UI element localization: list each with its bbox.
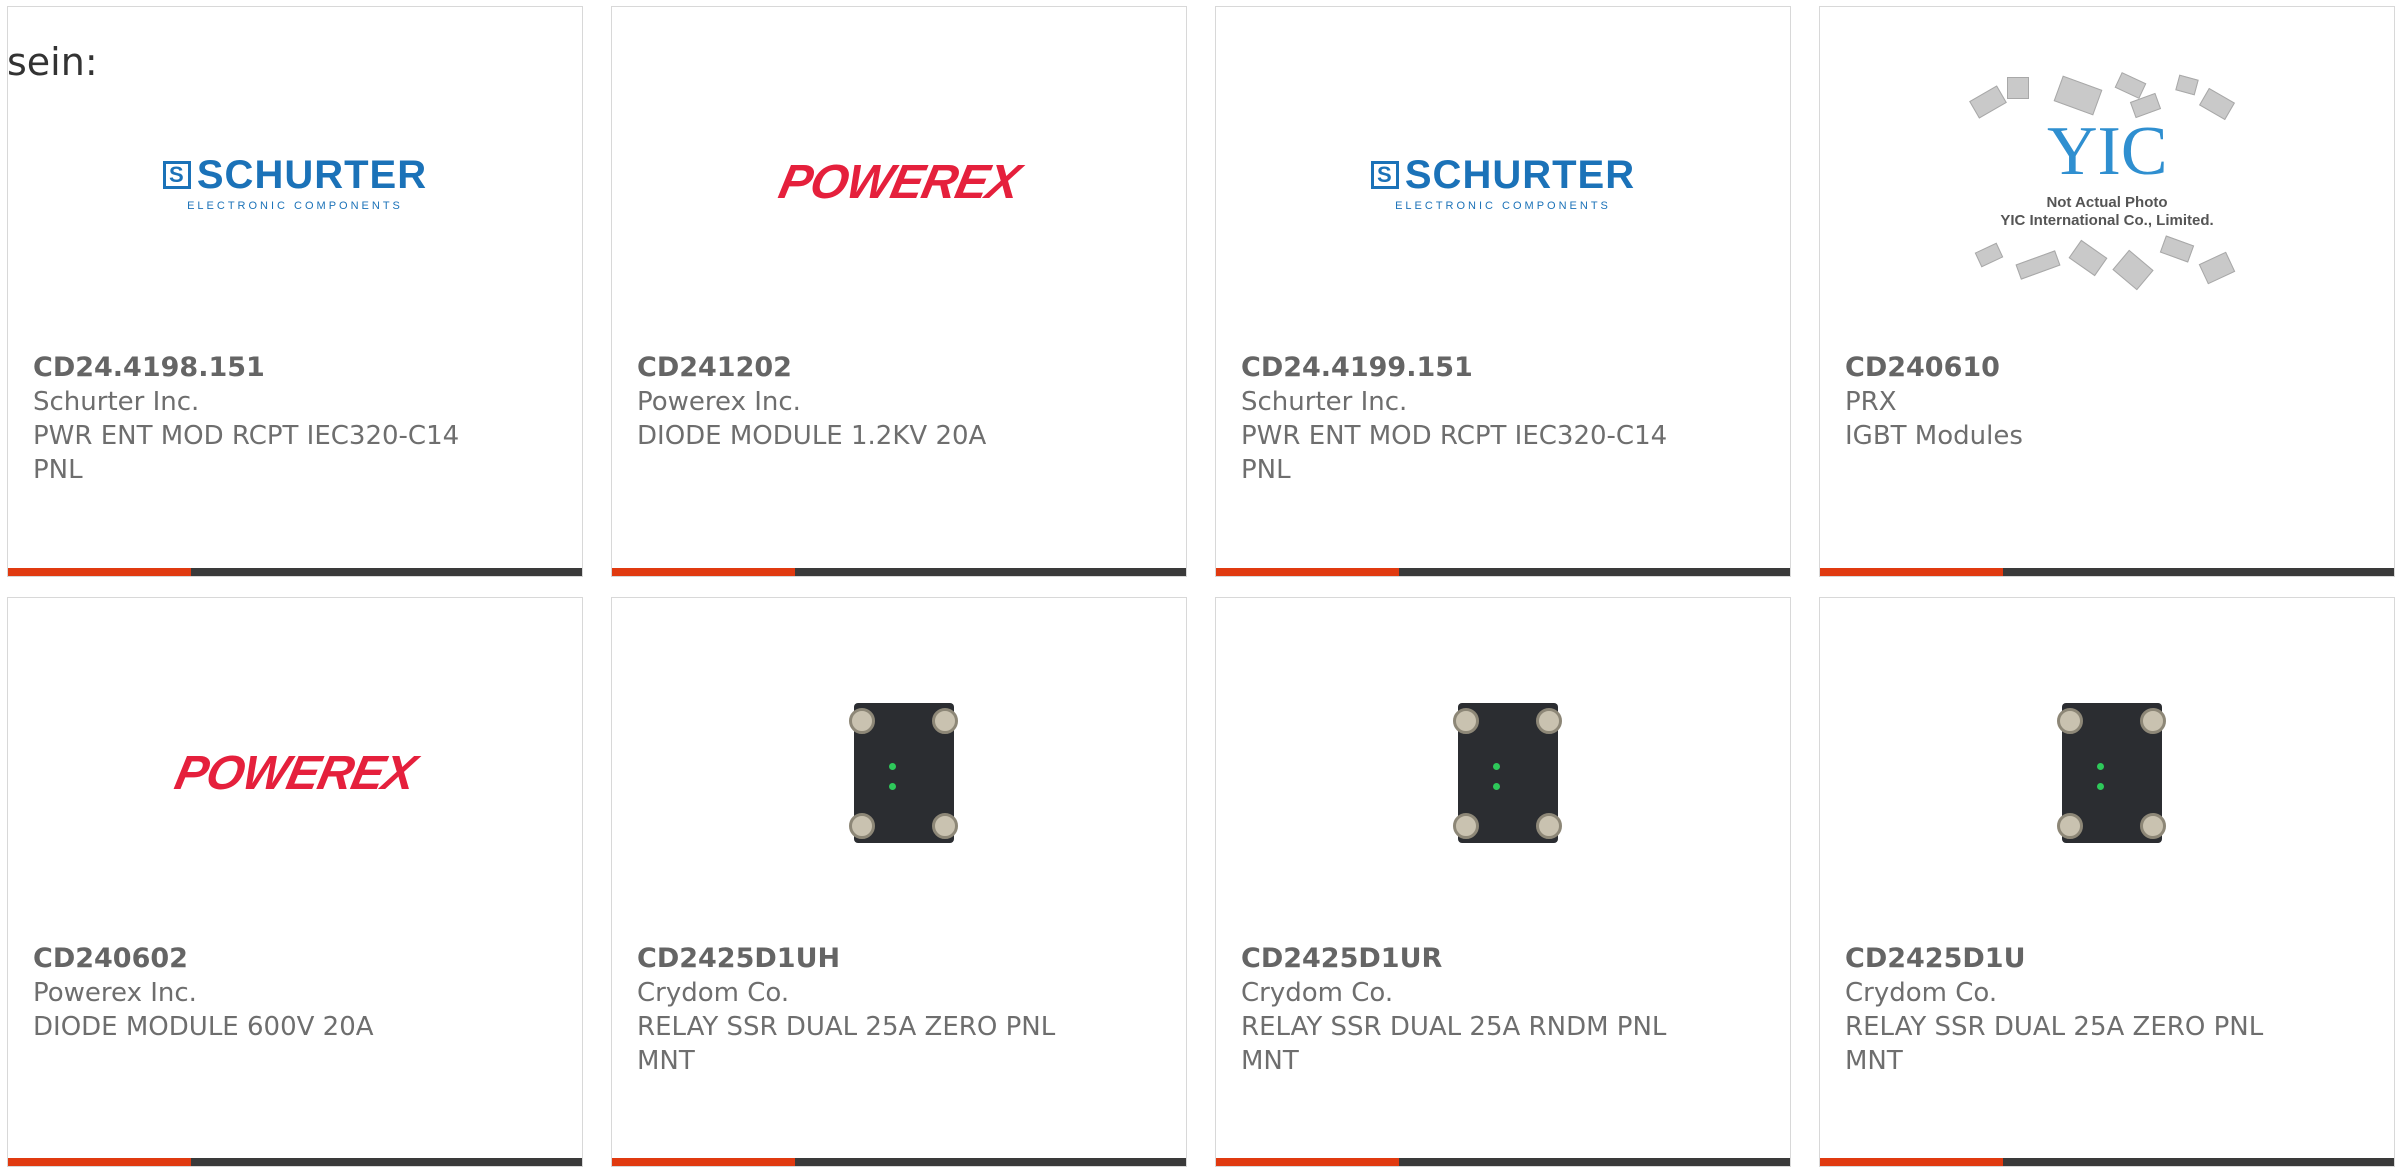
manufacturer-name: Powerex Inc. bbox=[637, 387, 801, 417]
manufacturer-name: Powerex Inc. bbox=[33, 978, 197, 1008]
product-image[interactable]: POWEREX bbox=[8, 658, 582, 888]
part-number-link[interactable]: CD2425D1U bbox=[1845, 942, 2374, 976]
product-description: PWR ENT MOD RCPT IEC320-C14 PNL bbox=[1241, 421, 1668, 485]
product-grid: S SCHURTER ELECTRONIC COMPONENTS CD24.419… bbox=[0, 0, 2400, 1167]
product-card[interactable]: S SCHURTER ELECTRONIC COMPONENTS CD24.419… bbox=[1215, 6, 1791, 577]
product-description: PWR ENT MOD RCPT IEC320-C14 PNL bbox=[33, 421, 460, 485]
product-description: RELAY SSR DUAL 25A RNDM PNL MNT bbox=[1241, 1012, 1667, 1076]
part-number-link[interactable]: CD24.4199.151 bbox=[1241, 351, 1770, 385]
manufacturer-name: Schurter Inc. bbox=[33, 387, 200, 417]
product-description: RELAY SSR DUAL 25A ZERO PNL MNT bbox=[637, 1012, 1056, 1076]
product-description: DIODE MODULE 1.2KV 20A bbox=[637, 421, 987, 451]
relay-photo bbox=[844, 703, 958, 843]
powerex-logo: POWEREX bbox=[170, 746, 420, 800]
manufacturer-name: Crydom Co. bbox=[637, 978, 790, 1008]
product-card[interactable]: POWEREX CD240602 Powerex Inc. DIODE MODU… bbox=[7, 597, 583, 1167]
product-image[interactable]: S SCHURTER ELECTRONIC COMPONENTS bbox=[8, 67, 582, 297]
card-footer-bar bbox=[8, 568, 582, 576]
relay-photo bbox=[1448, 703, 1562, 843]
product-image[interactable] bbox=[612, 658, 1186, 888]
powerex-logo: POWEREX bbox=[774, 155, 1024, 209]
card-footer-bar bbox=[612, 1158, 1186, 1166]
manufacturer-name: PRX bbox=[1845, 387, 1897, 417]
product-description: DIODE MODULE 600V 20A bbox=[33, 1012, 374, 1042]
yic-placeholder-image: YIC Not Actual Photo YIC International Co… bbox=[1957, 62, 2257, 302]
card-footer-bar bbox=[1820, 1158, 2394, 1166]
product-image[interactable]: POWEREX bbox=[612, 67, 1186, 297]
card-footer-bar bbox=[8, 1158, 582, 1166]
product-description: IGBT Modules bbox=[1845, 421, 2023, 451]
product-card[interactable]: YIC Not Actual Photo YIC International Co… bbox=[1819, 6, 2395, 577]
relay-photo bbox=[2052, 703, 2166, 843]
product-card[interactable]: CD2425D1UH Crydom Co. RELAY SSR DUAL 25A… bbox=[611, 597, 1187, 1167]
product-card[interactable]: CD2425D1UR Crydom Co. RELAY SSR DUAL 25A… bbox=[1215, 597, 1791, 1167]
card-footer-bar bbox=[612, 568, 1186, 576]
manufacturer-name: Schurter Inc. bbox=[1241, 387, 1408, 417]
product-card[interactable]: CD2425D1U Crydom Co. RELAY SSR DUAL 25A … bbox=[1819, 597, 2395, 1167]
schurter-logo: S SCHURTER ELECTRONIC COMPONENTS bbox=[1370, 153, 1635, 212]
card-footer-bar bbox=[1216, 1158, 1790, 1166]
schurter-logo: S SCHURTER ELECTRONIC COMPONENTS bbox=[162, 153, 427, 212]
part-number-link[interactable]: CD240602 bbox=[33, 942, 562, 976]
part-number-link[interactable]: CD241202 bbox=[637, 351, 1166, 385]
part-number-link[interactable]: CD2425D1UR bbox=[1241, 942, 1770, 976]
part-number-link[interactable]: CD2425D1UH bbox=[637, 942, 1166, 976]
manufacturer-name: Crydom Co. bbox=[1845, 978, 1998, 1008]
product-image[interactable] bbox=[1820, 658, 2394, 888]
manufacturer-name: Crydom Co. bbox=[1241, 978, 1394, 1008]
product-image[interactable]: S SCHURTER ELECTRONIC COMPONENTS bbox=[1216, 67, 1790, 297]
product-image[interactable]: YIC Not Actual Photo YIC International Co… bbox=[1820, 67, 2394, 297]
intro-text: sein: bbox=[7, 40, 98, 84]
part-number-link[interactable]: CD24.4198.151 bbox=[33, 351, 562, 385]
part-number-link[interactable]: CD240610 bbox=[1845, 351, 2374, 385]
product-card[interactable]: POWEREX CD241202 Powerex Inc. DIODE MODU… bbox=[611, 6, 1187, 577]
product-image[interactable] bbox=[1216, 658, 1790, 888]
product-card[interactable]: S SCHURTER ELECTRONIC COMPONENTS CD24.419… bbox=[7, 6, 583, 577]
card-footer-bar bbox=[1820, 568, 2394, 576]
card-footer-bar bbox=[1216, 568, 1790, 576]
product-description: RELAY SSR DUAL 25A ZERO PNL MNT bbox=[1845, 1012, 2264, 1076]
